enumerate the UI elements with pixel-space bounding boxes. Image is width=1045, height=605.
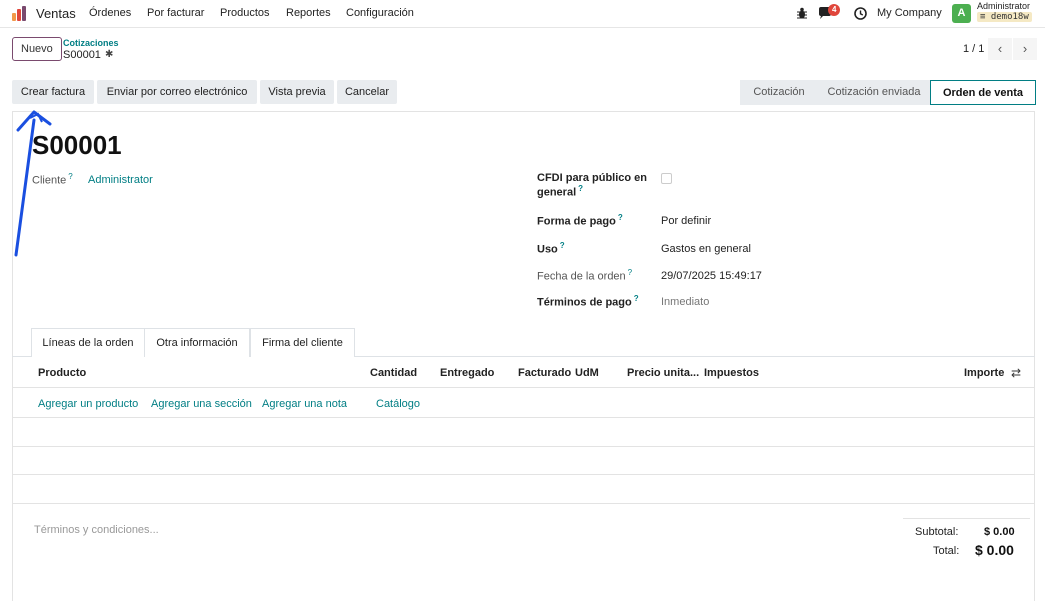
sales-app-icon[interactable] — [12, 6, 29, 21]
database-badge: ≡ demo18w — [977, 12, 1032, 22]
table-header-divider — [12, 387, 1035, 388]
bug-icon[interactable] — [796, 7, 808, 20]
column-importe[interactable]: Importe — [964, 367, 1004, 379]
order-date-label: Fecha de la orden? — [537, 268, 633, 283]
column-impuestos[interactable]: Impuestos — [704, 367, 759, 379]
app-name[interactable]: Ventas — [36, 6, 76, 21]
chevron-left-icon: ‹ — [997, 41, 1003, 56]
catalog-link[interactable]: Catálogo — [376, 398, 420, 410]
chevron-right-icon: › — [1022, 41, 1028, 56]
column-producto[interactable]: Producto — [38, 367, 86, 379]
pager-next-button[interactable]: › — [1013, 38, 1037, 60]
help-icon: ? — [68, 172, 73, 181]
usage-label: Uso? — [537, 241, 565, 256]
user-name[interactable]: Administrator — [977, 1, 1030, 11]
send-email-button[interactable]: Enviar por correo electrónico — [97, 80, 257, 104]
table-row — [12, 446, 1035, 447]
menu-reportes[interactable]: Reportes — [286, 7, 331, 19]
status-cotizacion[interactable]: Cotización — [740, 80, 818, 105]
table-row — [12, 474, 1035, 475]
customer-field[interactable]: Administrator — [88, 174, 153, 186]
table-row — [12, 503, 1035, 504]
column-cantidad[interactable]: Cantidad — [370, 367, 417, 379]
company-switcher[interactable]: My Company — [877, 7, 942, 19]
column-udm[interactable]: UdM — [575, 367, 599, 379]
add-note-link[interactable]: Agregar una nota — [262, 398, 347, 410]
add-section-link[interactable]: Agregar una sección — [151, 398, 252, 410]
clock-icon[interactable] — [854, 7, 867, 20]
menu-productos[interactable]: Productos — [220, 7, 270, 19]
pager-previous-button[interactable]: ‹ — [988, 38, 1012, 60]
pager-value[interactable]: 1 / 1 — [963, 43, 984, 55]
new-button[interactable]: Nuevo — [12, 37, 62, 61]
cfdi-checkbox[interactable] — [661, 173, 672, 184]
menu-configuracion[interactable]: Configuración — [346, 7, 414, 19]
help-icon: ? — [559, 241, 565, 250]
order-date-field[interactable]: 29/07/2025 15:49:17 — [661, 270, 762, 282]
payment-terms-label: Términos de pago? — [537, 294, 639, 309]
subtotal-value: $ 0.00 — [984, 526, 1015, 538]
help-icon: ? — [627, 268, 633, 277]
help-icon: ? — [617, 213, 623, 222]
menu-por-facturar[interactable]: Por facturar — [147, 7, 204, 19]
terms-and-conditions-field[interactable]: Términos y condiciones... — [34, 524, 159, 536]
column-precio-unitario[interactable]: Precio unita... — [627, 367, 699, 379]
tab-otra-informacion[interactable]: Otra información — [145, 328, 250, 357]
cfdi-label: CFDI para público en general? — [537, 172, 648, 199]
column-entregado[interactable]: Entregado — [440, 367, 494, 379]
help-icon: ? — [633, 294, 639, 303]
column-facturado[interactable]: Facturado — [518, 367, 571, 379]
cancel-button[interactable]: Cancelar — [337, 80, 397, 104]
tab-firma-del-cliente[interactable]: Firma del cliente — [250, 328, 355, 357]
subtotal-label: Subtotal: — [915, 526, 959, 538]
status-orden-de-venta[interactable]: Orden de venta — [930, 80, 1036, 105]
avatar[interactable]: A — [952, 4, 971, 23]
help-icon: ? — [578, 184, 584, 193]
gear-icon[interactable]: ✱ — [105, 49, 113, 60]
payment-terms-field[interactable]: Inmediato — [661, 296, 709, 308]
total-label: Total: — [933, 545, 960, 557]
usage-field[interactable]: Gastos en general — [661, 243, 751, 255]
add-product-link[interactable]: Agregar un producto — [38, 398, 138, 410]
menu-ordenes[interactable]: Órdenes — [89, 7, 131, 19]
column-settings-icon[interactable]: ⇄ — [1011, 366, 1021, 380]
totals-divider — [903, 518, 1030, 519]
payment-form-field[interactable]: Por definir — [661, 215, 711, 227]
status-cotizacion-enviada[interactable]: Cotización enviada — [818, 80, 930, 105]
total-value: $ 0.00 — [975, 542, 1014, 558]
tab-lineas-de-la-orden[interactable]: Líneas de la orden — [31, 328, 145, 357]
breadcrumb-current: S00001 — [63, 49, 101, 61]
preview-button[interactable]: Vista previa — [260, 80, 334, 104]
breadcrumb-cotizaciones[interactable]: Cotizaciones — [63, 38, 119, 48]
table-row — [12, 417, 1035, 418]
database-icon: ≡ — [980, 12, 991, 22]
annotation-arrow-icon — [14, 110, 52, 257]
database-name: demo18w — [990, 12, 1029, 22]
payment-form-label: Forma de pago? — [537, 213, 623, 228]
